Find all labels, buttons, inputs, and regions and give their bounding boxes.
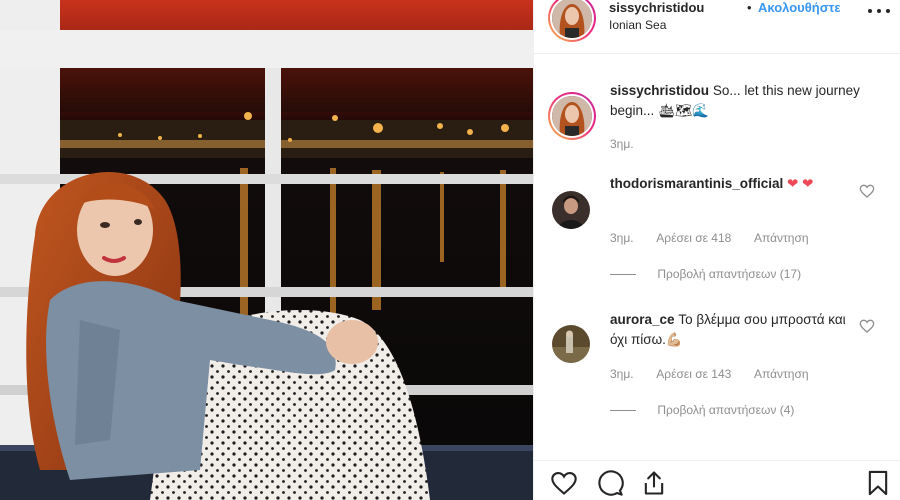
comment-likes[interactable]: Αρέσει σε 418 — [656, 231, 731, 245]
post-actions-bar — [534, 460, 900, 500]
comment-likes[interactable]: Αρέσει σε 143 — [656, 367, 731, 381]
view-replies-label: Προβολή απαντήσεων (17) — [657, 267, 802, 281]
comment-time[interactable]: 3ημ. — [610, 367, 634, 381]
post-header: sissychristidou • Ακολουθήστε Ionian Sea — [534, 0, 900, 54]
heart-outline-icon[interactable] — [550, 469, 578, 497]
comment-text-block: thodorismarantinis_official ❤ ❤ — [610, 174, 860, 194]
caption-time[interactable]: 3ημ. — [610, 137, 634, 151]
comment-meta: 3ημ. Αρέσει σε 418 Απάντηση — [610, 231, 809, 245]
more-dots-icon[interactable] — [868, 4, 890, 18]
comment-username[interactable]: aurora_ce — [610, 312, 675, 327]
view-replies-label: Προβολή απαντήσεων (4) — [657, 403, 795, 417]
comment-text: ❤ ❤ — [787, 176, 814, 191]
post-location[interactable]: Ionian Sea — [609, 18, 666, 32]
follow-button[interactable]: Ακολουθήστε — [758, 0, 841, 15]
comment-text-block: aurora_ce Το βλέμμα σου μπροστά και όχι … — [610, 310, 860, 350]
comment-meta: 3ημ. Αρέσει σε 143 Απάντηση — [610, 367, 809, 381]
reply-button[interactable]: Απάντηση — [754, 231, 809, 245]
share-upload-icon[interactable] — [640, 469, 668, 497]
post-photo-image — [0, 0, 533, 500]
view-replies-button[interactable]: Προβολή απαντήσεων (4) — [610, 403, 794, 417]
comments-list[interactable]: sissychristidou So... let this new journ… — [534, 55, 900, 460]
comment-username[interactable]: thodorismarantinis_official — [610, 176, 783, 191]
view-replies-button[interactable]: Προβολή απαντήσεων (17) — [610, 267, 801, 281]
commenter-avatar[interactable] — [552, 191, 590, 229]
author-username[interactable]: sissychristidou — [609, 0, 704, 15]
heart-outline-icon[interactable] — [859, 318, 875, 334]
caption-meta: 3ημ. — [610, 137, 634, 151]
caption-text-block: sissychristidou So... let this new journ… — [610, 81, 860, 121]
replies-divider — [610, 410, 636, 412]
replies-divider — [610, 274, 636, 276]
post-photo[interactable] — [0, 0, 533, 500]
commenter-avatar[interactable] — [552, 325, 590, 363]
bookmark-icon[interactable] — [864, 469, 892, 497]
reply-button[interactable]: Απάντηση — [754, 367, 809, 381]
comment-time[interactable]: 3ημ. — [610, 231, 634, 245]
heart-outline-icon[interactable] — [859, 183, 875, 199]
post-details-panel: sissychristidou • Ακολουθήστε Ionian Sea — [533, 0, 900, 500]
author-avatar[interactable] — [548, 0, 596, 42]
separator-dot: • — [747, 0, 752, 15]
caption-username[interactable]: sissychristidou — [610, 83, 709, 98]
caption-avatar[interactable] — [548, 92, 596, 140]
comment-bubble-icon[interactable] — [596, 469, 624, 497]
